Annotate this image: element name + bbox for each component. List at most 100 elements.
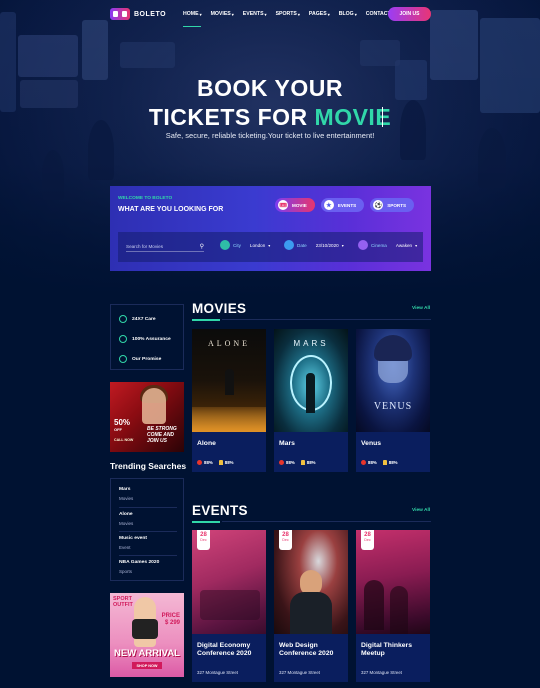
event-name[interactable]: Digital Economy Conference 2020 (197, 642, 263, 658)
join-us-button[interactable]: JOIN US (388, 7, 431, 21)
search-heading: WHAT ARE YOU LOOKING FOR (118, 206, 224, 213)
movie-card[interactable]: MARS Mars 88% 88% (274, 329, 348, 472)
popcorn-icon (300, 460, 305, 465)
trending-category: Sports (119, 569, 133, 574)
ad-model-image (142, 388, 166, 424)
tab-label: EVENTS (337, 202, 357, 208)
nav-item-contact[interactable]: CONTACT (366, 11, 391, 17)
nav-item-events[interactable]: EVENTS ▾ (243, 11, 267, 17)
trending-name: Alone (119, 512, 133, 517)
nav-item-pages[interactable]: PAGES ▾ (309, 11, 330, 17)
nav-item-sports[interactable]: SPORTS ▾ (276, 11, 300, 17)
movies-view-all-link[interactable]: View All (412, 306, 430, 311)
gym-ad-banner[interactable]: 50% OFF CALL NOW BE STRONG COME AND JOIN… (110, 382, 184, 452)
movie-ticket-icon: 🎟 (278, 200, 288, 210)
feature-label: 100% Assurance (132, 336, 171, 342)
trending-item[interactable]: Alone Movies (119, 512, 133, 526)
popcorn-icon (382, 460, 387, 465)
divider (119, 555, 177, 556)
hero-subtitle: Safe, secure, reliable ticketing.Your ti… (165, 131, 375, 140)
chevron-down-icon: ▾ (231, 11, 234, 17)
events-view-all-link[interactable]: View All (412, 508, 430, 513)
event-month: Dec (282, 538, 289, 542)
tab-sports[interactable]: ⚽ SPORTS (370, 198, 415, 212)
movie-poster[interactable]: VENUS (356, 329, 430, 432)
nav-item-movies[interactable]: MOVIES ▾ (211, 11, 234, 17)
event-name[interactable]: Web Design Conference 2020 (279, 642, 345, 658)
shop-now-button[interactable]: SHOP NOW (132, 662, 162, 669)
date-label: Date (297, 242, 307, 248)
city-value: London (249, 242, 266, 248)
ad-headline: NEW ARRIVAL (114, 648, 180, 659)
trending-category: Movies (119, 496, 134, 501)
chevron-down-icon: ▾ (268, 242, 271, 248)
nav-active-indicator (183, 26, 201, 27)
nav-label: SPORTS (275, 11, 297, 17)
popcorn-icon (218, 460, 223, 465)
event-card[interactable]: 28 Dec Digital Economy Conference 2020 32… (192, 530, 266, 682)
movie-card[interactable]: ALONE Alone 88% 88% (192, 329, 266, 472)
nav-item-home[interactable]: HOME ▾ (183, 11, 202, 17)
search-tabs: 🎟 MOVIE ★ EVENTS ⚽ SPORTS (275, 198, 415, 212)
tomato-score: 88% (368, 460, 377, 465)
date-select[interactable]: Date 23/10/2020 ▾ (284, 240, 344, 250)
search-icon[interactable]: ⚲ (200, 243, 204, 250)
ad-sport-outfit: SPORT OUTFIT (113, 596, 133, 608)
site-logo[interactable]: BOLETO (110, 8, 166, 20)
event-location: 327 Montague Street (197, 670, 239, 675)
chevron-down-icon: ▾ (327, 11, 330, 17)
feature-care: 24X7 Care (119, 315, 156, 323)
city-select[interactable]: City London ▾ (220, 240, 270, 250)
ad-price-value: $ 299 (164, 620, 180, 626)
movie-rating: 88% 88% (361, 460, 398, 465)
search-panel: WELCOME TO BOLETO WHAT ARE YOU LOOKING F… (110, 186, 431, 271)
event-card[interactable]: 28 Dec Web Design Conference 2020 327 Mon… (274, 530, 348, 682)
cinema-select[interactable]: Cinema Awaken ▾ (358, 240, 417, 250)
trending-item[interactable]: Music event Event (119, 536, 147, 550)
tab-movie[interactable]: 🎟 MOVIE (275, 198, 315, 212)
movie-card[interactable]: VENUS Venus 88% 88% (356, 329, 430, 472)
trending-item[interactable]: Mars Movies (119, 487, 133, 501)
event-card[interactable]: 28 Dec Digital Thinkers Meetup 327 Montag… (356, 530, 430, 682)
feature-label: 24X7 Care (132, 316, 156, 322)
brand-name: BOLETO (134, 10, 167, 18)
poster-title: ALONE (207, 339, 251, 348)
cinema-label: Cinema (371, 242, 387, 248)
trending-list: Mars Movies Alone Movies Music event Event … (110, 478, 184, 581)
chevron-down-icon: ▾ (264, 11, 267, 17)
movie-poster[interactable]: MARS (274, 329, 348, 432)
audience-score: 88% (306, 460, 316, 465)
divider (119, 531, 177, 532)
movie-poster[interactable]: ALONE (192, 329, 266, 432)
search-placeholder: Search for Movies (126, 243, 164, 249)
main-nav: HOME ▾ MOVIES ▾ EVENTS ▾ SPORTS ▾ PAGES ▾ BLO… (183, 11, 400, 17)
event-month: Dec (364, 538, 371, 542)
poster-title: MARS (293, 339, 329, 348)
section-rule (222, 521, 431, 522)
shield-icon (119, 335, 127, 343)
trending-name: Music event (119, 536, 147, 541)
feature-promise: Our Promise (119, 355, 161, 363)
event-name[interactable]: Digital Thinkers Meetup (361, 642, 427, 658)
event-date-badge: 28 Dec (279, 530, 292, 550)
nav-item-blog[interactable]: BLOG ▾ (339, 11, 357, 17)
ad-call-now: CALL NOW (114, 438, 134, 442)
nav-label: EVENTS (242, 11, 264, 17)
hero-title-line1: BOOK YOUR (197, 75, 343, 101)
fashion-ad-banner[interactable]: SPORT OUTFIT PRICE $ 299 NEW ARRIVAL SHOP … (110, 593, 184, 677)
movie-name[interactable]: Alone (197, 440, 216, 447)
section-rule (222, 319, 431, 320)
tab-events[interactable]: ★ EVENTS (320, 198, 365, 212)
trending-category: Event (119, 545, 131, 550)
trending-item[interactable]: NBA Games 2020 Sports (119, 560, 159, 574)
search-input[interactable]: Search for Movies ⚲ (126, 241, 204, 252)
nav-label: HOME (183, 11, 199, 17)
trending-title: Trending Searches (110, 461, 187, 471)
trending-category: Movies (119, 521, 134, 526)
ad-outfit: OUTFIT (113, 602, 133, 608)
tomato-icon (361, 460, 366, 465)
movie-name[interactable]: Venus (361, 440, 381, 447)
movie-name[interactable]: Mars (279, 440, 295, 447)
typing-caret (382, 107, 383, 127)
ad-price-label: PRICE (161, 613, 180, 619)
